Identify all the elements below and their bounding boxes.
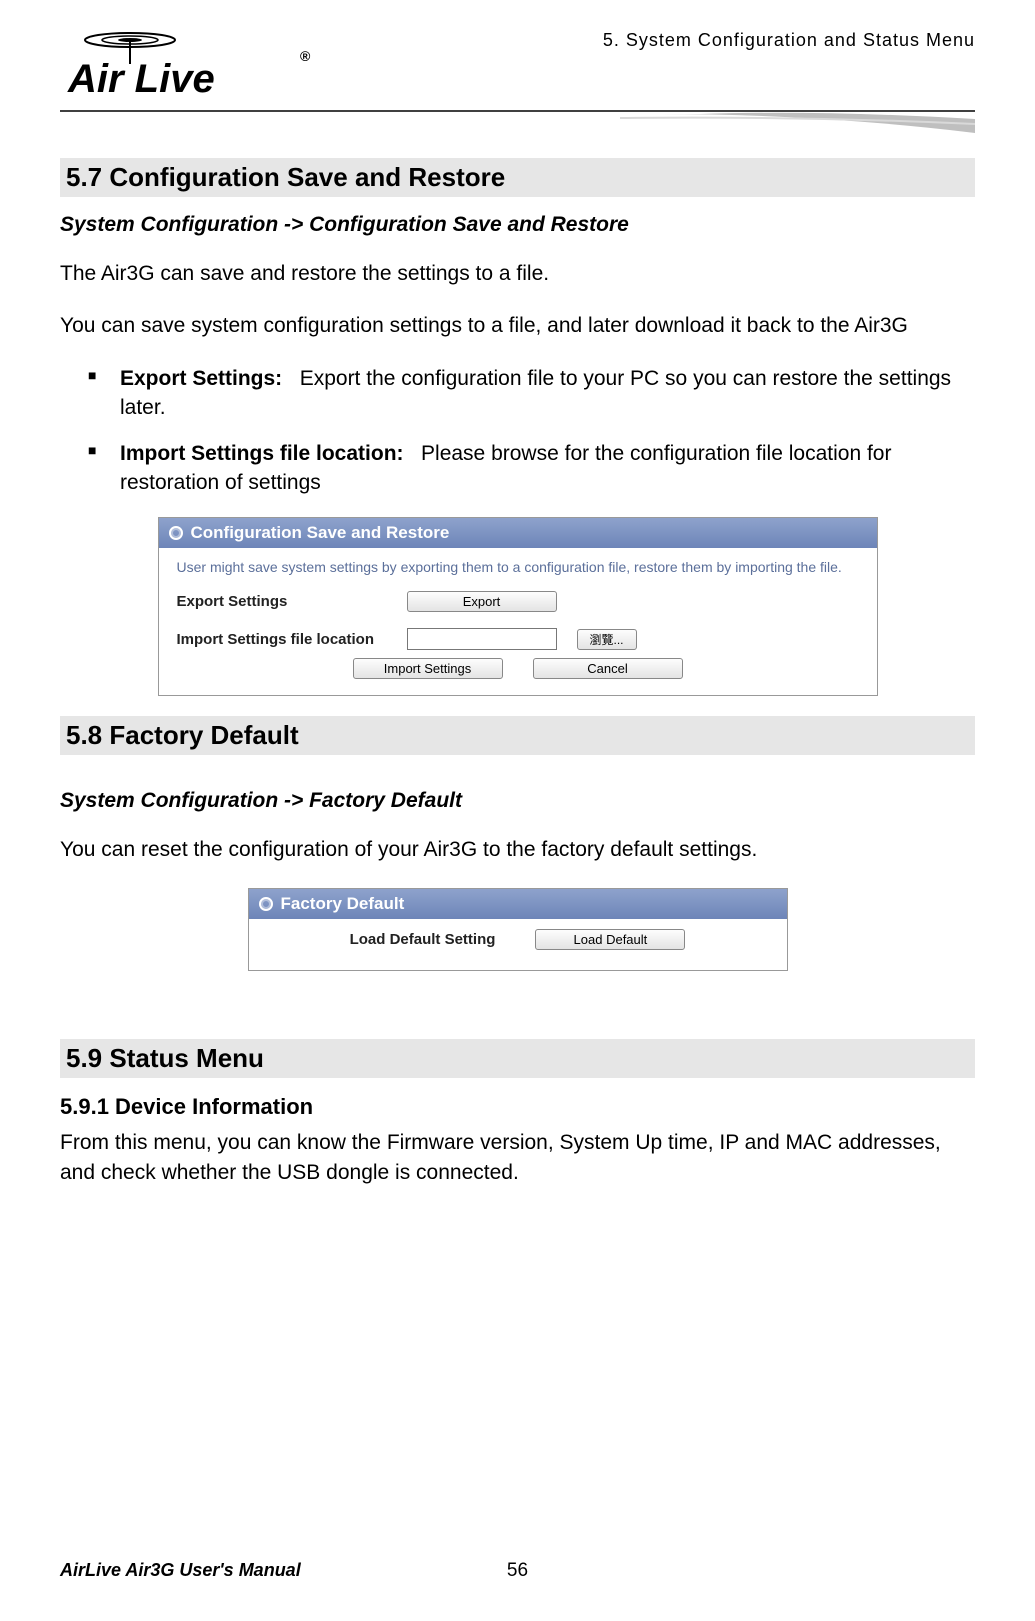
panel-title: Factory Default bbox=[281, 894, 405, 914]
section-heading-5-8: 5.8 Factory Default bbox=[60, 716, 975, 755]
cancel-button[interactable]: Cancel bbox=[533, 658, 683, 679]
subsection-heading-5-9-1: 5.9.1 Device Information bbox=[60, 1094, 975, 1120]
paragraph: You can reset the configuration of your … bbox=[60, 835, 975, 865]
bullet-circle-icon bbox=[169, 526, 183, 540]
list-item: Export Settings: Export the configuratio… bbox=[88, 364, 975, 423]
breadcrumb: System Configuration -> Configuration Sa… bbox=[60, 213, 975, 237]
import-row: Import Settings file location 瀏覽... bbox=[177, 628, 859, 650]
export-button[interactable]: Export bbox=[407, 591, 557, 612]
paragraph: The Air3G can save and restore the setti… bbox=[60, 259, 975, 289]
paragraph: You can save system configuration settin… bbox=[60, 311, 975, 341]
browse-button[interactable]: 瀏覽... bbox=[577, 629, 637, 650]
paragraph: From this menu, you can know the Firmwar… bbox=[60, 1128, 975, 1189]
page-number: 56 bbox=[507, 1560, 528, 1582]
section-heading-5-9: 5.9 Status Menu bbox=[60, 1039, 975, 1078]
chapter-title: 5. System Configuration and Status Menu bbox=[603, 30, 975, 51]
section-heading-5-7: 5.7 Configuration Save and Restore bbox=[60, 158, 975, 197]
export-settings-label: Export Settings bbox=[177, 593, 387, 610]
import-settings-button[interactable]: Import Settings bbox=[353, 658, 503, 679]
panel-description: User might save system settings by expor… bbox=[177, 558, 859, 577]
brand-logo: Air Live bbox=[60, 30, 320, 110]
svg-text:Air Live: Air Live bbox=[67, 57, 215, 101]
registered-mark: ® bbox=[300, 48, 310, 64]
config-save-restore-panel: Configuration Save and Restore User migh… bbox=[158, 517, 878, 696]
manual-title: AirLive Air3G User's Manual bbox=[60, 1560, 301, 1581]
list-item: Import Settings file location: Please br… bbox=[88, 439, 975, 498]
panel-header: Factory Default bbox=[249, 889, 787, 919]
page-header: 5. System Configuration and Status Menu … bbox=[60, 30, 975, 140]
panel-title: Configuration Save and Restore bbox=[191, 523, 450, 543]
load-default-button[interactable]: Load Default bbox=[535, 929, 685, 950]
factory-default-panel: Factory Default Load Default Setting Loa… bbox=[248, 888, 788, 971]
list-item-label: Export Settings: bbox=[120, 367, 282, 390]
import-file-input[interactable] bbox=[407, 628, 557, 650]
airlive-logo-icon: Air Live bbox=[60, 30, 320, 110]
feature-list: Export Settings: Export the configuratio… bbox=[60, 364, 975, 498]
header-divider-icon bbox=[60, 105, 975, 135]
load-default-label: Load Default Setting bbox=[350, 931, 496, 948]
export-row: Export Settings Export bbox=[177, 591, 859, 612]
breadcrumb: System Configuration -> Factory Default bbox=[60, 789, 975, 813]
panel-header: Configuration Save and Restore bbox=[159, 518, 877, 548]
import-file-label: Import Settings file location bbox=[177, 631, 387, 648]
page-footer: AirLive Air3G User's Manual 56 bbox=[60, 1560, 975, 1581]
list-item-label: Import Settings file location: bbox=[120, 442, 404, 465]
bullet-circle-icon bbox=[259, 897, 273, 911]
